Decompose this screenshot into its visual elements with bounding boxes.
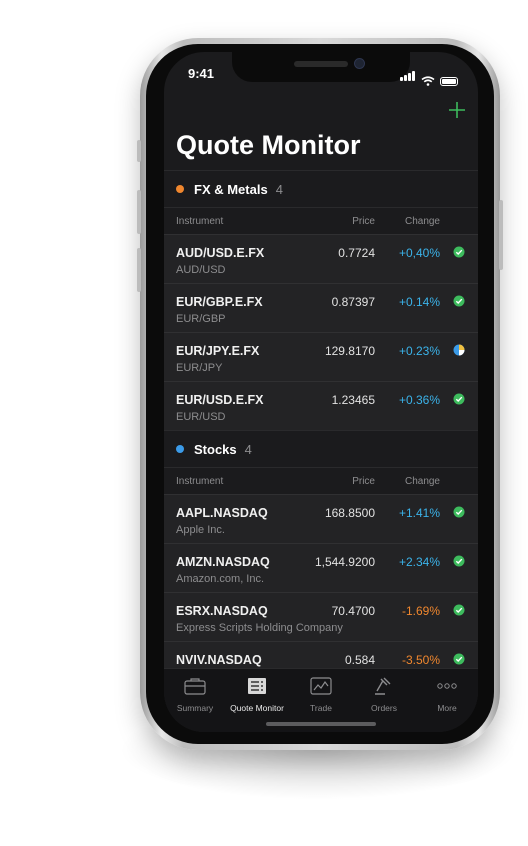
instrument-price: 0.87397 bbox=[331, 295, 375, 309]
page-title: Quote Monitor bbox=[176, 130, 361, 160]
instrument-description: Apple Inc. bbox=[176, 524, 225, 536]
status-time: 9:41 bbox=[188, 66, 215, 81]
section-count: 4 bbox=[244, 441, 252, 457]
instrument-description: EUR/JPY bbox=[176, 362, 223, 374]
quote-row[interactable]: ESRX.NASDAQ Express Scripts Holding Compa… bbox=[164, 592, 478, 641]
instrument-symbol: ESRX.NASDAQ bbox=[176, 604, 268, 618]
tab-summary[interactable]: Summary bbox=[164, 677, 226, 713]
section-header-fx[interactable]: FX & Metals 4 bbox=[164, 170, 478, 207]
instrument-symbol: AUD/USD.E.FX bbox=[176, 246, 265, 260]
wifi-icon bbox=[421, 76, 435, 86]
gavel-icon bbox=[375, 677, 391, 695]
volume-up-button bbox=[137, 190, 141, 234]
instrument-change: -1.69% bbox=[401, 604, 440, 618]
quote-row[interactable]: AUD/USD.E.FX AUD/USD 0.7724 +0,40% bbox=[164, 234, 478, 283]
section-dot bbox=[176, 185, 184, 193]
quote-list: FX & Metals 4 Instrument Price Change AU… bbox=[164, 170, 478, 690]
tab-orders[interactable]: Orders bbox=[353, 677, 415, 713]
instrument-change: +1.41% bbox=[398, 506, 440, 520]
tab-label: Quote Monitor bbox=[230, 703, 284, 713]
instrument-symbol: EUR/USD.E.FX bbox=[176, 393, 264, 407]
tab-label: Trade bbox=[310, 703, 332, 713]
instrument-symbol: EUR/JPY.E.FX bbox=[176, 344, 260, 358]
instrument-change: -3.50% bbox=[401, 653, 440, 667]
instrument-price: 0.7724 bbox=[338, 246, 375, 260]
quote-row[interactable]: EUR/JPY.E.FX EUR/JPY 129.8170 +0.23% bbox=[164, 332, 478, 381]
column-change: Change bbox=[404, 476, 440, 487]
instrument-description: EUR/USD bbox=[176, 411, 226, 423]
signal-icon bbox=[400, 68, 416, 86]
instrument-change: +0.36% bbox=[398, 393, 440, 407]
notch bbox=[232, 52, 410, 82]
instrument-symbol: AMZN.NASDAQ bbox=[176, 555, 270, 569]
check-circle-icon bbox=[453, 653, 465, 665]
column-instrument: Instrument bbox=[176, 216, 224, 227]
instrument-symbol: AAPL.NASDAQ bbox=[176, 506, 268, 520]
column-header: Instrument Price Change bbox=[164, 467, 478, 494]
more-dots-icon bbox=[437, 683, 457, 689]
instrument-change: +2.34% bbox=[398, 555, 440, 569]
instrument-price: 129.8170 bbox=[324, 344, 375, 358]
tab-more[interactable]: More bbox=[416, 677, 478, 713]
quote-row[interactable]: EUR/GBP.E.FX EUR/GBP 0.87397 +0.14% bbox=[164, 283, 478, 332]
phone-screen: 9:41 Quote Monitor FX & Metals 4 Instrum… bbox=[164, 52, 478, 732]
volume-down-button bbox=[137, 248, 141, 292]
section-header-stocks[interactable]: Stocks 4 bbox=[164, 430, 478, 467]
tab-label: Orders bbox=[371, 703, 397, 713]
tab-label: Summary bbox=[176, 703, 214, 713]
instrument-price: 168.8500 bbox=[324, 506, 375, 520]
add-instrument-button[interactable] bbox=[448, 96, 466, 124]
column-price: Price bbox=[352, 476, 375, 487]
instrument-description: Express Scripts Holding Company bbox=[176, 622, 343, 634]
quote-row[interactable]: EUR/USD.E.FX EUR/USD 1.23465 +0.36% bbox=[164, 381, 478, 430]
instrument-price: 1.23465 bbox=[331, 393, 375, 407]
instrument-change: +0,40% bbox=[398, 246, 440, 260]
camera bbox=[354, 58, 365, 69]
briefcase-icon bbox=[184, 678, 206, 695]
plus-icon bbox=[449, 102, 465, 118]
section-name: Stocks bbox=[194, 441, 237, 457]
tab-label: More bbox=[437, 703, 457, 713]
column-header: Instrument Price Change bbox=[164, 207, 478, 234]
speaker bbox=[294, 61, 348, 67]
power-button bbox=[499, 200, 503, 270]
quote-row[interactable]: AAPL.NASDAQ Apple Inc. 168.8500 +1.41% bbox=[164, 494, 478, 543]
instrument-change: +0.23% bbox=[398, 344, 440, 358]
section-dot bbox=[176, 445, 184, 453]
tab-trade[interactable]: Trade bbox=[290, 677, 352, 713]
instrument-symbol: NVIV.NASDAQ bbox=[176, 653, 262, 667]
quote-row[interactable]: AMZN.NASDAQ Amazon.com, Inc. 1,544.9200 +2.… bbox=[164, 543, 478, 592]
instrument-symbol: EUR/GBP.E.FX bbox=[176, 295, 263, 309]
instrument-description: Amazon.com, Inc. bbox=[176, 573, 265, 585]
check-circle-icon bbox=[453, 246, 465, 258]
section-count: 4 bbox=[275, 181, 283, 197]
status-icons bbox=[400, 68, 458, 86]
column-price: Price bbox=[352, 216, 375, 227]
check-circle-icon bbox=[453, 604, 465, 616]
list-icon bbox=[248, 678, 266, 694]
column-change: Change bbox=[404, 216, 440, 227]
home-indicator bbox=[266, 722, 376, 726]
check-circle-icon bbox=[453, 295, 465, 307]
battery-icon bbox=[440, 77, 458, 86]
tab-quote-monitor[interactable]: Quote Monitor bbox=[226, 677, 288, 713]
instrument-price: 0.584 bbox=[344, 653, 375, 667]
instrument-change: +0.14% bbox=[398, 295, 440, 309]
check-circle-icon bbox=[453, 555, 465, 567]
section-name: FX & Metals bbox=[194, 181, 268, 197]
instrument-price: 1,544.9200 bbox=[314, 555, 375, 569]
instrument-description: AUD/USD bbox=[176, 264, 226, 276]
column-instrument: Instrument bbox=[176, 476, 224, 487]
instrument-price: 70.4700 bbox=[331, 604, 375, 618]
check-circle-icon bbox=[453, 506, 465, 518]
pie-chart-icon bbox=[453, 344, 465, 356]
check-circle-icon bbox=[453, 393, 465, 405]
instrument-description: EUR/GBP bbox=[176, 313, 226, 325]
mute-switch bbox=[137, 140, 141, 162]
chart-line-icon bbox=[310, 677, 332, 695]
